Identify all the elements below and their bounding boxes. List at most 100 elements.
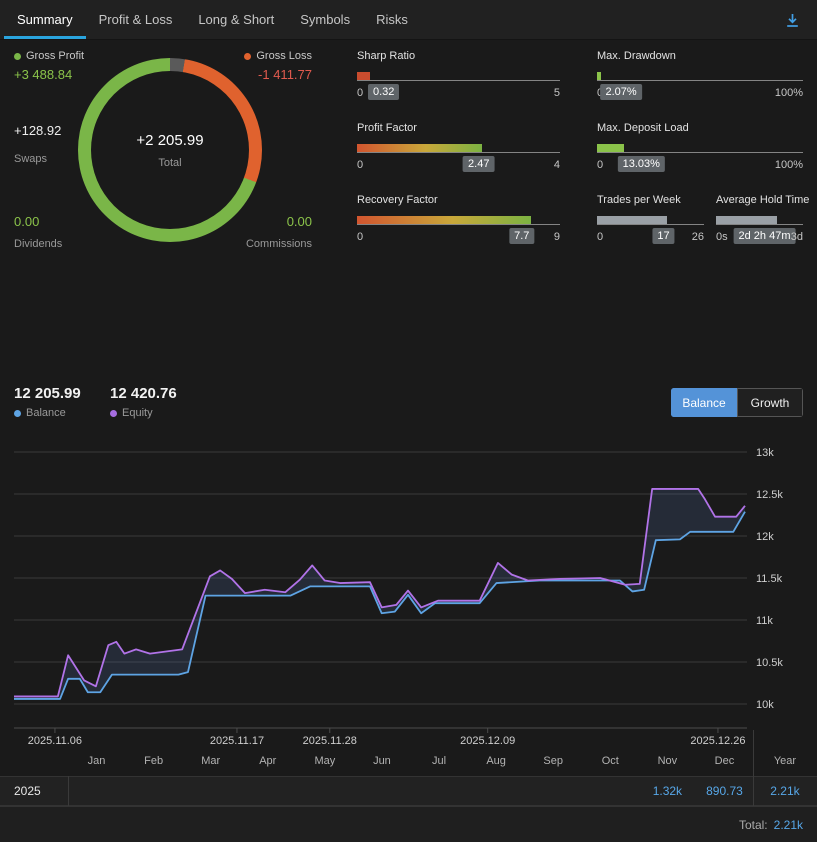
monthly-table-header: Jan Feb Mar Apr May Jun Jul Aug Sep Oct Nov Dec Year (0, 748, 817, 774)
gauge-max-label: 3d (790, 231, 803, 243)
gauge-value-badge: 2.47 (463, 156, 495, 172)
gauge-value-badge: 13.03% (617, 156, 665, 172)
month-value-dec: 890.73 (706, 784, 743, 798)
dividends-value: 0.00 (14, 214, 40, 229)
gauge-fill (597, 72, 602, 80)
toggle-balance[interactable]: Balance (671, 388, 737, 417)
tab-symbols[interactable]: Symbols (287, 0, 363, 39)
y-axis-label: 11k (756, 615, 773, 627)
x-axis-label: 2025.12.26 (690, 735, 745, 747)
donut-hole: +2 205.99 Total (91, 71, 249, 229)
gauge-value-badge: 2d 2h 47m (733, 228, 796, 244)
balance-legend: Balance (14, 407, 66, 419)
gauge-fill (597, 144, 624, 152)
month-header-apr: Apr (259, 755, 277, 767)
toggle-growth[interactable]: Growth (737, 388, 803, 417)
month-header-aug: Aug (486, 755, 506, 767)
gauge-fill (716, 216, 777, 224)
gauge-label: Max. Drawdown (597, 50, 676, 62)
gauge-track (357, 72, 560, 81)
equity-value: 12 420.76 (110, 385, 177, 402)
y-axis-label: 13k (756, 447, 774, 459)
tab-long-short[interactable]: Long & Short (185, 0, 287, 39)
tabs: Summary Profit & Loss Long & Short Symbols R… (0, 0, 817, 39)
gauge-fill (597, 216, 667, 224)
gauge-scale: 0 13.03% 100% (597, 156, 803, 174)
gauge-max-label: 4 (553, 159, 560, 171)
y-axis-label: 11.5k (756, 573, 783, 585)
gauge-scale: 0 17 26 (597, 228, 704, 246)
gauge-track (597, 216, 704, 225)
balance-chart-svg[interactable]: 13k 12.5k 12k 11.5k 11k 10.5k 10k 2025.11.06 202… (0, 440, 817, 752)
month-header-may: May (314, 755, 336, 767)
download-icon (787, 13, 798, 27)
gauge-track (357, 144, 560, 153)
row-year-label: 2025 (14, 784, 41, 798)
month-header-sep: Sep (543, 755, 563, 767)
donut-total-value: +2 205.99 (136, 131, 204, 149)
gauge-fill (357, 72, 370, 80)
commissions-label: Commissions (245, 238, 312, 250)
gauge-max-label: 26 (691, 231, 704, 243)
table-separator-year (753, 730, 754, 806)
table-separator-rowlabel (68, 776, 69, 806)
dividends-label: Dividends (14, 238, 63, 250)
gauge-label: Average Hold Time (716, 194, 810, 206)
month-header-oct: Oct (601, 755, 619, 767)
commissions-value: 0.00 (286, 214, 312, 229)
gauge-track (597, 72, 803, 81)
gauge-min-label: 0 (597, 159, 604, 171)
year-header: Year (773, 755, 797, 767)
month-header-jan: Jan (87, 755, 106, 767)
month-header-dec: Dec (714, 755, 735, 767)
swaps-stat: +128.92 Swaps (14, 123, 61, 165)
download-button[interactable] (778, 0, 807, 40)
tab-risks[interactable]: Risks (363, 0, 421, 39)
gauge-scale: 0 2.47 4 (357, 156, 560, 174)
gauge-label: Profit Factor (357, 122, 417, 134)
gauge-max-label: 5 (553, 87, 560, 99)
tab-profit-loss[interactable]: Profit & Loss (86, 0, 186, 39)
gauge-max-drawdown: Max. Drawdown 02.07%100% (597, 50, 803, 102)
balance-legend-label: Balance (26, 407, 66, 419)
gross-profit-label: Gross Profit (26, 50, 85, 62)
gross-loss-dot (244, 52, 252, 60)
x-axis-label: 2025.11.17 (210, 735, 264, 747)
gauge-value-badge: 17 (652, 228, 675, 244)
total-footer: Total: 2.21k (0, 806, 817, 842)
total-label: Total: (738, 817, 768, 832)
gross-profit-dot (14, 52, 21, 60)
gauge-track (716, 216, 803, 225)
month-header-nov: Nov (657, 755, 678, 767)
year-total-value: 2.21k (770, 784, 800, 798)
gauge-min-label: 0 (357, 159, 364, 171)
gross-profit-value: +3 488.84 (14, 67, 73, 82)
commissions-stat: 0.00 Commissions (229, 214, 312, 250)
month-value-nov: 1.32k (652, 784, 683, 798)
balance-legend-dot (14, 409, 21, 417)
donut-total-label: Total (158, 156, 182, 169)
balance-value: 12 205.99 (14, 385, 81, 402)
equity-legend-label: Equity (122, 407, 153, 419)
gauge-label: Max. Deposit Load (597, 122, 689, 134)
equity-legend: Equity (110, 407, 153, 419)
gauge-min-label: 0 (597, 231, 604, 243)
y-axis-label: 10.5k (756, 657, 783, 669)
month-header-jun: Jun (373, 755, 391, 767)
monthly-table-row[interactable]: 2025 1.32k 890.73 2.21k (0, 776, 817, 806)
trading-statistics-app: Summary Profit & Loss Long & Short Symbols R… (0, 0, 817, 842)
total-value: 2.21k (773, 817, 803, 832)
gross-loss-value: -1 411.77 (258, 67, 312, 82)
gauge-track (357, 216, 560, 225)
equity-legend-dot (110, 409, 117, 417)
gauge-min-label: 0 (357, 231, 364, 243)
chart-mode-toggle: Balance Growth (671, 388, 803, 417)
gauge-fill (357, 216, 531, 224)
tab-summary[interactable]: Summary (4, 0, 86, 39)
gauge-label: Trades per Week (597, 194, 681, 206)
y-axis-label: 12.5k (756, 489, 783, 501)
gauge-max-label: 100% (774, 159, 803, 171)
gauge-value-badge: 2.07% (600, 84, 642, 100)
gauge-scale: 02.07%100% (597, 84, 803, 102)
gauge-max-label: 9 (553, 231, 560, 243)
